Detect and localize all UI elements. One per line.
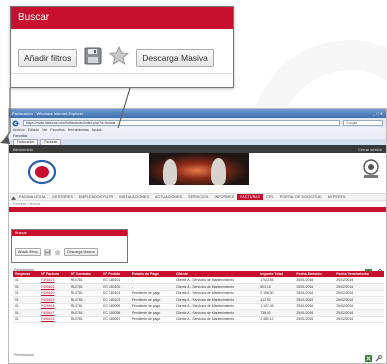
floppy-disk-icon[interactable] — [84, 47, 102, 70]
zoom-panel-footer — [11, 73, 233, 87]
star-icon[interactable] — [108, 45, 130, 70]
callout-arrowhead — [0, 136, 10, 144]
tutorial-screenshot: Buscar Añadir filtros Descarga Masiva Fa… — [0, 0, 387, 364]
callout-line-right — [117, 87, 131, 129]
zoomed-search-panel: Buscar Añadir filtros Descarga Masiva — [10, 6, 234, 88]
bulk-download-button[interactable]: Descarga Masiva — [136, 49, 214, 67]
callout-line-left — [3, 88, 11, 141]
add-filters-button[interactable]: Añadir filtros — [18, 49, 78, 67]
search-panel-header: Buscar — [11, 7, 233, 29]
